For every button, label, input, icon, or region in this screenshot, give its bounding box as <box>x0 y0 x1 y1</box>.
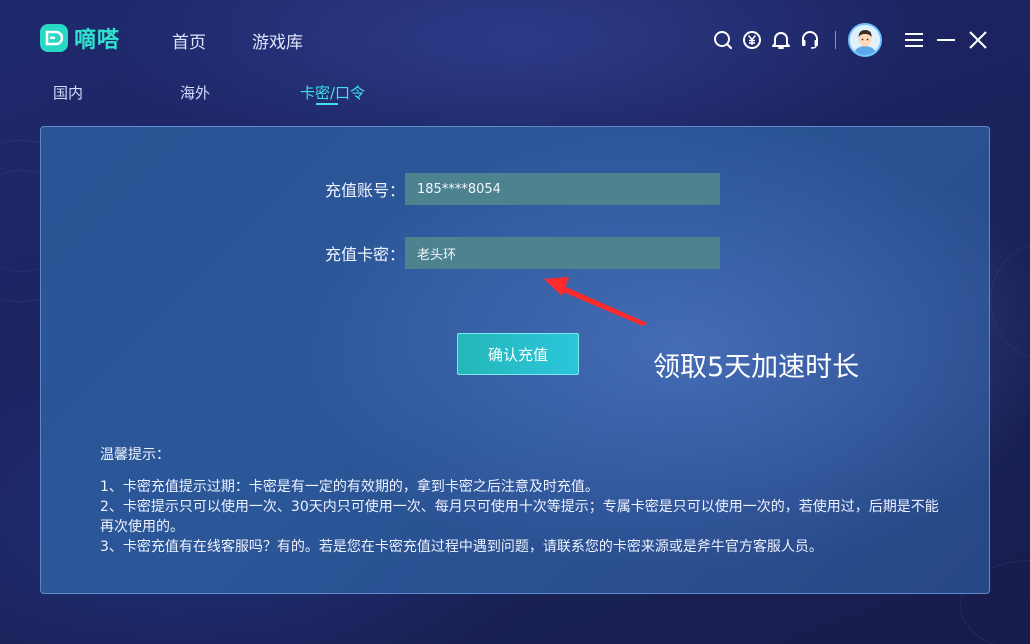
tips-title: 温馨提示： <box>100 447 170 463</box>
app-logo[interactable]: 嘀嗒 <box>40 22 120 54</box>
active-tab-indicator <box>316 103 338 105</box>
region-tabs: 国内 海外 卡密/口令 <box>0 82 1030 106</box>
background-swirl <box>990 240 1030 362</box>
account-label: 充值账号： <box>324 181 405 200</box>
search-icon[interactable] <box>712 29 734 51</box>
confirm-recharge-button[interactable]: 确认充值 <box>457 333 579 375</box>
tip-item: 3、卡密充值有在线客服吗？有的。若是您在卡密充值过程中遇到问题，请联系您的卡密来… <box>100 539 823 555</box>
bell-icon[interactable] <box>770 29 792 51</box>
account-field[interactable]: 185****8054 <box>405 173 720 205</box>
logo-icon <box>40 24 68 52</box>
card-code-value: 老头环 <box>417 247 457 263</box>
tip-item: 1、卡密充值提示过期：卡密是有一定的有效期的，拿到卡密之后注意及时充值。 <box>100 479 599 495</box>
user-avatar[interactable] <box>848 23 882 57</box>
card-code-input[interactable]: 老头环 <box>405 237 720 269</box>
tab-overseas[interactable]: 海外 <box>180 82 210 103</box>
tips-section: 温馨提示： 1、卡密充值提示过期：卡密是有一定的有效期的，拿到卡密之后注意及时充… <box>100 445 950 557</box>
account-value: 185****8054 <box>417 181 501 197</box>
tab-domestic[interactable]: 国内 <box>53 82 83 103</box>
nav-item-home[interactable]: 首页 <box>172 28 206 53</box>
nav-item-game-library[interactable]: 游戏库 <box>252 28 303 53</box>
close-icon[interactable] <box>966 28 990 52</box>
top-toolbar <box>705 22 990 58</box>
tip-item: 2、卡密提示只可以使用一次、30天内只可使用一次、每月只可使用十次等提示；专属卡… <box>100 499 939 535</box>
tab-card-code[interactable]: 卡密/口令 <box>300 82 365 103</box>
recharge-panel: 充值账号： 185****8054 充值卡密： 老头环 确认充值 领取5天加速时… <box>40 126 990 594</box>
minimize-icon[interactable] <box>934 28 958 52</box>
account-row: 充值账号： 185****8054 <box>315 173 720 205</box>
headset-icon[interactable] <box>799 29 821 51</box>
yuan-coin-icon[interactable] <box>741 29 763 51</box>
card-code-label: 充值卡密： <box>324 245 405 264</box>
menu-icon[interactable] <box>902 28 926 52</box>
toolbar-divider <box>835 31 836 49</box>
card-code-row: 充值卡密： 老头环 <box>315 237 720 269</box>
app-window: 嘀嗒 首页 游戏库 国内 海外 卡密/口令 充值账号： 185****8054 … <box>0 0 1030 644</box>
promo-annotation: 领取5天加速时长 <box>653 352 860 383</box>
main-nav: 首页 游戏库 <box>172 28 303 53</box>
app-name: 嘀嗒 <box>74 28 121 53</box>
